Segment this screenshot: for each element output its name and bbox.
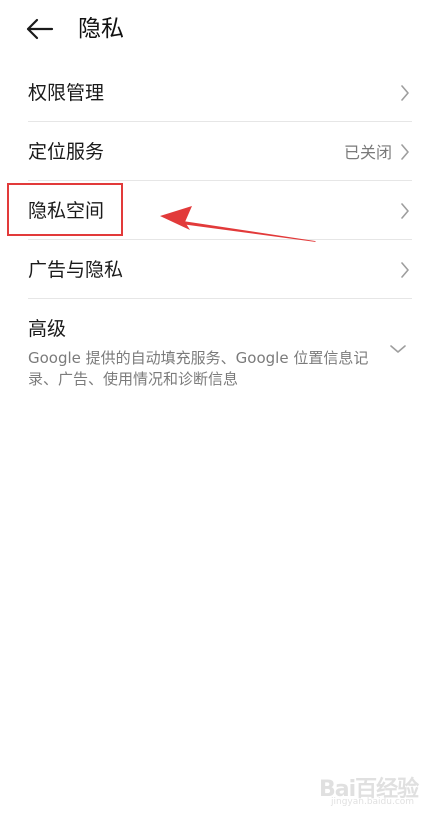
settings-item-value: 已关闭 [343, 143, 392, 162]
page-title: 隐私 [78, 16, 124, 42]
back-button[interactable] [24, 14, 58, 44]
arrow-left-icon [26, 18, 54, 40]
settings-item-subtitle: Google 提供的自动填充服务、Google 位置信息记录、广告、使用情况和诊… [28, 349, 369, 388]
settings-item-label: 定位服务 [28, 141, 105, 163]
divider [28, 298, 412, 299]
app-header: 隐私 [0, 0, 439, 58]
settings-item-ads-and-privacy[interactable]: 广告与隐私 [28, 255, 412, 285]
settings-item-location-services[interactable]: 定位服务 已关闭 [28, 137, 412, 167]
annotation-highlight-box [7, 183, 123, 236]
divider [28, 239, 412, 240]
watermark-url: jingyan.baidu.com [331, 797, 415, 807]
annotation-arrow-icon [160, 206, 316, 242]
chevron-right-icon [401, 144, 409, 160]
settings-item-advanced[interactable]: 高级 Google 提供的自动填充服务、Google 位置信息记录、广告、使用情… [28, 314, 412, 392]
settings-item-label: 广告与隐私 [28, 259, 124, 281]
settings-item-permission-management[interactable]: 权限管理 [28, 78, 412, 108]
chevron-right-icon [401, 203, 409, 219]
chevron-right-icon [401, 262, 409, 278]
divider [28, 180, 412, 181]
divider [28, 121, 412, 122]
chevron-down-icon [390, 345, 406, 353]
chevron-right-icon [401, 85, 409, 101]
settings-item-label: 权限管理 [28, 82, 105, 104]
baidu-jingyan-watermark: Bai百经验 jingyan.baidu.com [319, 769, 419, 809]
settings-item-label: 高级 [28, 318, 67, 340]
